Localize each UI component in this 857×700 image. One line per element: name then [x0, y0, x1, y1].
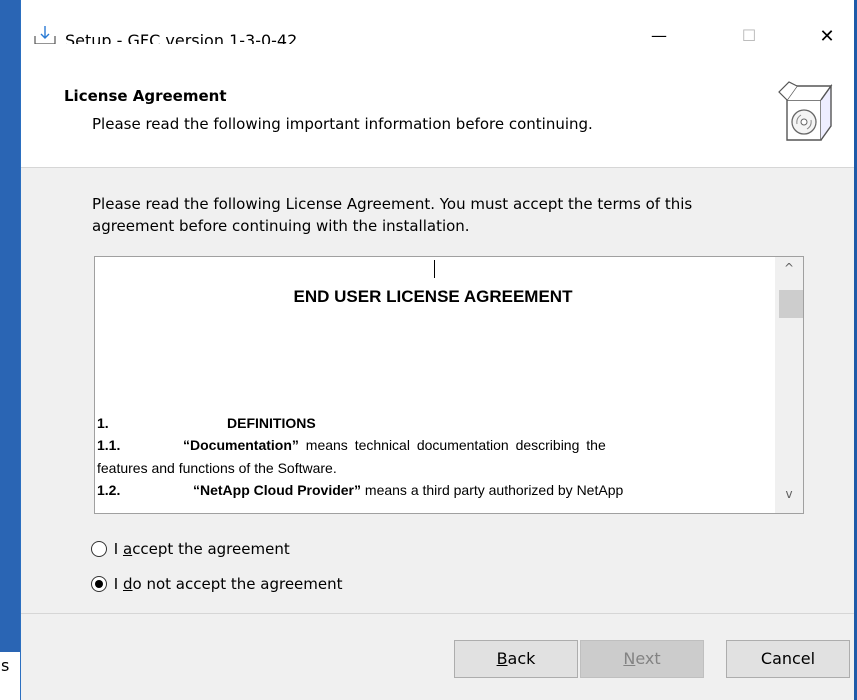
license-line: 1.1. “Documentation” means technical doc…: [97, 437, 769, 453]
accept-agreement-option[interactable]: I accept the agreement: [91, 540, 290, 558]
decline-radio[interactable]: [91, 576, 107, 592]
scroll-thumb[interactable]: [779, 290, 803, 318]
license-line: 1.2. “NetApp Cloud Provider” means a thi…: [97, 482, 769, 498]
section-number: 1.: [97, 415, 109, 431]
back-button[interactable]: Back: [454, 640, 578, 678]
chevron-up-icon: ^: [783, 261, 795, 275]
license-intro-line1: Please read the following License Agreem…: [92, 195, 693, 213]
accept-label-accesskey: a: [122, 540, 133, 558]
defined-term: “NetApp Cloud Provider”: [193, 482, 362, 498]
desktop-text-fragment-label: s: [1, 656, 10, 675]
text-caret: [434, 260, 435, 278]
wizard-header: License Agreement Please read the follow…: [21, 44, 857, 168]
desktop-background: [0, 0, 20, 700]
eula-heading: END USER LICENSE AGREEMENT: [293, 287, 573, 306]
clause-number: 1.2.: [97, 482, 121, 498]
clause-text: means technical documentation describing…: [298, 437, 606, 453]
license-intro-line2: agreement before continuing with the ins…: [92, 217, 470, 235]
setup-window: Setup - GFC version 1-3-0-42 — ☐ ✕ Licen…: [20, 0, 857, 700]
scroll-up-button[interactable]: ^: [775, 261, 803, 283]
page-title: License Agreement: [64, 87, 227, 105]
maximize-icon: ☐: [741, 26, 757, 45]
footer-divider: [21, 613, 857, 614]
minimize-icon: —: [651, 26, 667, 45]
title-bar[interactable]: Setup - GFC version 1-3-0-42 — ☐ ✕: [21, 0, 857, 50]
back-label-rest: ack: [507, 649, 536, 668]
accept-label-pre: I: [113, 540, 123, 558]
license-line: features and functions of the Software.: [97, 460, 337, 476]
page-subtitle: Please read the following important info…: [92, 115, 593, 133]
next-accesskey: N: [623, 649, 636, 668]
back-accesskey: B: [496, 649, 508, 668]
accept-label-rest: ccept the agreement: [132, 540, 290, 558]
next-label-rest: ext: [635, 649, 661, 668]
vertical-scrollbar[interactable]: ^ v: [775, 257, 803, 513]
scroll-down-button[interactable]: v: [775, 487, 803, 509]
chevron-down-icon: v: [785, 487, 793, 501]
cancel-button[interactable]: Cancel: [726, 640, 850, 678]
setup-app-icon: [34, 26, 56, 45]
accept-radio[interactable]: [91, 541, 107, 557]
decline-agreement-option[interactable]: I do not accept the agreement: [91, 575, 343, 593]
license-intro: Please read the following License Agreem…: [92, 193, 792, 237]
software-box-icon: [778, 81, 833, 141]
defined-term: “Documentation”: [183, 437, 299, 453]
decline-label-pre: I: [113, 575, 123, 593]
next-button[interactable]: Next: [580, 640, 704, 678]
clause-number: 1.1.: [97, 437, 121, 453]
license-text-area[interactable]: END USER LICENSE AGREEMENT 1. DEFINITION…: [94, 256, 804, 514]
decline-label-accesskey: d: [122, 575, 133, 593]
decline-label-rest: o not accept the agreement: [132, 575, 343, 593]
section-title: DEFINITIONS: [227, 415, 316, 431]
clause-text: means a third party authorized by NetApp: [361, 482, 624, 498]
desktop-text-fragment: s: [0, 652, 20, 700]
